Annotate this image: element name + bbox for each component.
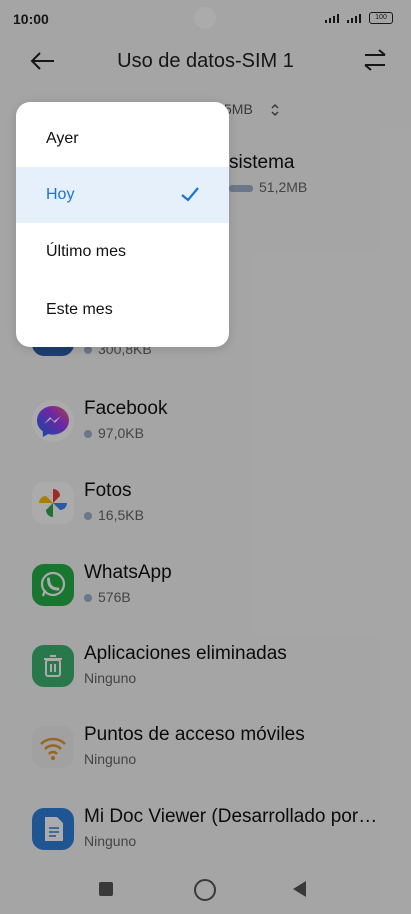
option-hoy[interactable]: Hoy: [16, 167, 229, 223]
option-label: Este mes: [46, 301, 113, 318]
option-ultimo-mes[interactable]: Último mes: [16, 224, 229, 280]
screen: 10:00 100 Uso de datos-SIM 1 5MB sistema…: [0, 0, 411, 914]
checkmark-icon: [181, 187, 199, 202]
option-este-mes[interactable]: Este mes: [16, 282, 229, 338]
option-label: Hoy: [46, 186, 75, 203]
option-ayer[interactable]: Ayer: [16, 111, 229, 167]
option-label: Último mes: [46, 243, 127, 260]
option-label: Ayer: [46, 130, 79, 147]
period-dropdown: Ayer Hoy Último mes Este mes: [16, 102, 229, 347]
